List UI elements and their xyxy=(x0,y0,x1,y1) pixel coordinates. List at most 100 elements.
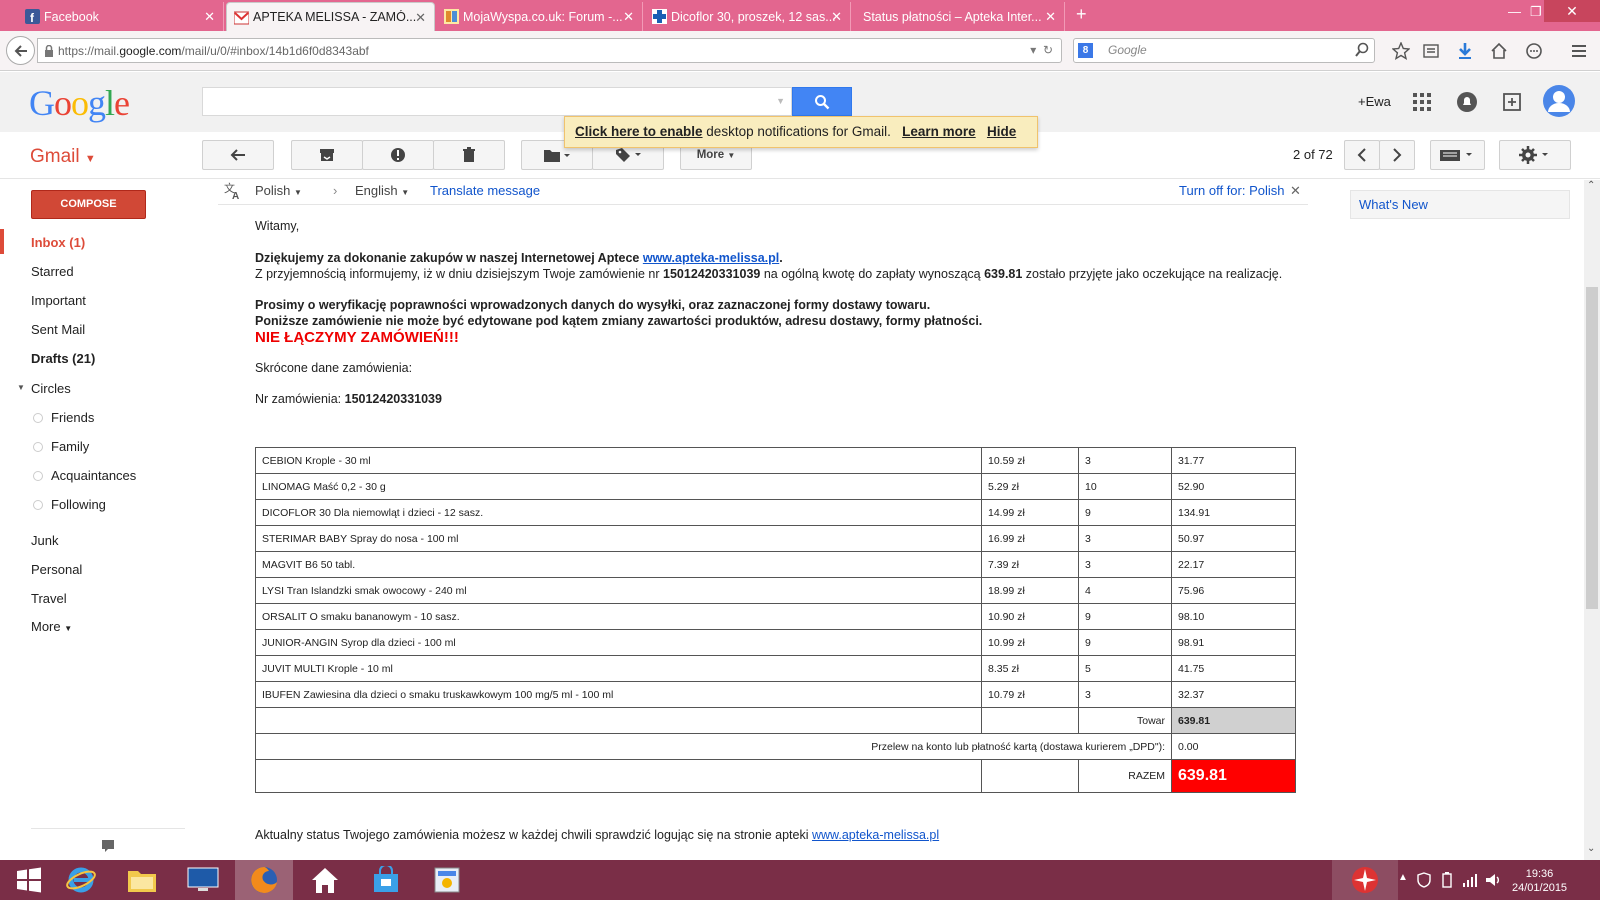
chat-icon[interactable] xyxy=(1525,42,1543,60)
avatar[interactable] xyxy=(1543,85,1575,117)
google-logo[interactable]: Google xyxy=(29,82,130,124)
close-icon[interactable]: ✕ xyxy=(415,10,426,26)
gmail-search-button[interactable] xyxy=(792,87,852,116)
tab-status-platnosci[interactable]: Status płatności – Apteka Inter... ✕ xyxy=(853,2,1065,31)
back-to-inbox-button[interactable] xyxy=(202,140,274,170)
close-icon[interactable]: ✕ xyxy=(831,9,842,25)
taskbar-clock[interactable]: 19:36 24/01/2015 xyxy=(1512,867,1567,895)
home-icon[interactable] xyxy=(1490,42,1508,60)
sidebar-item-acquaintances[interactable]: Acquaintances xyxy=(51,468,136,483)
apps-grid-icon[interactable] xyxy=(1413,93,1431,111)
sidebar-item-important[interactable]: Important xyxy=(31,293,86,308)
sidebar-item-sent-mail[interactable]: Sent Mail xyxy=(31,322,85,337)
shield-icon[interactable] xyxy=(1417,872,1431,888)
sidebar-item-inbox[interactable]: Inbox (1) xyxy=(31,235,85,250)
sidebar-item-personal[interactable]: Personal xyxy=(31,562,82,577)
taskbar-antivirus-app[interactable] xyxy=(1332,860,1398,900)
collapse-triangle-icon[interactable]: ▼ xyxy=(17,383,25,392)
target-language-select[interactable]: English ▼ xyxy=(355,183,409,198)
search-icon[interactable] xyxy=(1354,42,1370,58)
battery-icon[interactable] xyxy=(1440,872,1454,888)
google-plus-user-link[interactable]: +Ewa xyxy=(1358,94,1391,109)
paint-icon xyxy=(434,867,460,893)
sidebar-item-drafts[interactable]: Drafts (21) xyxy=(31,351,95,366)
download-icon[interactable] xyxy=(1456,42,1474,60)
hangouts-chat-icon[interactable] xyxy=(102,840,114,852)
source-language-select[interactable]: Polish ▼ xyxy=(255,183,302,198)
gmail-search-input[interactable]: ▼ xyxy=(202,87,792,116)
sidebar-item-travel[interactable]: Travel xyxy=(31,591,67,606)
item-total: 75.96 xyxy=(1171,577,1296,604)
start-button[interactable] xyxy=(0,860,58,900)
input-tools-button[interactable] xyxy=(1430,140,1485,170)
scroll-up-icon[interactable]: ⌃ xyxy=(1587,180,1595,191)
tab-dicoflor[interactable]: Dicoflor 30, proszek, 12 sas... ✕ xyxy=(645,2,851,31)
share-plus-icon[interactable] xyxy=(1502,92,1522,112)
close-icon[interactable]: ✕ xyxy=(1290,183,1301,199)
taskbar-firefox[interactable] xyxy=(235,860,293,900)
enable-notifications-link[interactable]: Click here to enable xyxy=(575,124,703,139)
tab-apteka-melissa[interactable]: APTEKA MELISSA - ZAMÓ... ✕ xyxy=(226,2,435,31)
more-label: More xyxy=(696,149,725,161)
google-search-engine-icon[interactable]: 8 xyxy=(1078,43,1093,58)
reading-list-icon[interactable] xyxy=(1422,42,1440,60)
show-hidden-icons-icon[interactable]: ▲ xyxy=(1398,872,1408,883)
tab-facebook[interactable]: f Facebook ✕ xyxy=(18,2,224,31)
sidebar-item-more[interactable]: More ▼ xyxy=(31,619,72,634)
archive-button[interactable] xyxy=(291,140,363,170)
scrollbar-thumb[interactable] xyxy=(1586,287,1598,609)
network-signal-icon[interactable] xyxy=(1462,872,1478,888)
maximize-icon[interactable]: ❐ xyxy=(1530,4,1542,20)
taskbar-paint[interactable] xyxy=(418,860,476,900)
taskbar-home[interactable] xyxy=(296,860,354,900)
back-button[interactable] xyxy=(6,36,35,65)
whats-new-link[interactable]: What's New xyxy=(1350,190,1570,219)
translate-message-link[interactable]: Translate message xyxy=(430,183,540,198)
status-text: Aktualny status Twojego zamówienia możes… xyxy=(255,828,812,842)
reload-icon[interactable]: ▾ ↻ xyxy=(1030,43,1053,57)
notifications-bell-icon[interactable] xyxy=(1457,92,1477,112)
sidebar-item-family[interactable]: Family xyxy=(51,439,89,454)
compose-button[interactable]: COMPOSE xyxy=(31,190,146,219)
search-options-dropdown-icon[interactable]: ▼ xyxy=(776,96,785,106)
turn-off-translate-link[interactable]: Turn off for: Polish xyxy=(1179,183,1285,198)
report-spam-button[interactable] xyxy=(362,140,434,170)
chevron-down-icon: ▼ xyxy=(401,188,410,197)
gmail-app-switcher[interactable]: Gmail ▼ xyxy=(30,146,96,168)
sidebar-item-circles[interactable]: Circles xyxy=(31,381,71,396)
sidebar-item-junk[interactable]: Junk xyxy=(31,533,58,548)
tab-mojawyspa[interactable]: MojaWyspa.co.uk: Forum -... ✕ xyxy=(437,2,643,31)
taskbar-file-explorer[interactable] xyxy=(113,860,171,900)
learn-more-link[interactable]: Learn more xyxy=(902,124,976,139)
delete-button[interactable] xyxy=(433,140,505,170)
hide-link[interactable]: Hide xyxy=(987,124,1016,139)
item-name: JUVIT MULTI Krople - 10 ml xyxy=(255,655,982,682)
sidebar-item-starred[interactable]: Starred xyxy=(31,264,74,279)
monitor-icon xyxy=(187,867,219,891)
taskbar-lenovo-app[interactable] xyxy=(174,860,232,900)
empty-cell xyxy=(255,707,982,734)
close-icon[interactable]: ✕ xyxy=(204,9,215,25)
sidebar-item-following[interactable]: Following xyxy=(51,497,106,512)
browser-search-bar[interactable]: 8 Google xyxy=(1073,38,1375,63)
taskbar-internet-explorer[interactable] xyxy=(52,860,110,900)
newer-button[interactable] xyxy=(1344,140,1380,170)
status-apteka-link[interactable]: www.apteka-melissa.pl xyxy=(812,828,939,842)
scroll-down-icon[interactable]: ⌄ xyxy=(1587,843,1595,854)
menu-icon[interactable] xyxy=(1570,42,1588,60)
sum-label: RAZEM xyxy=(1078,759,1172,793)
url-bar[interactable]: https://mail. google.com/mail/u/0/#inbox/… xyxy=(37,38,1062,63)
apteka-link[interactable]: www.apteka-melissa.pl xyxy=(643,251,779,265)
close-icon[interactable]: ✕ xyxy=(1045,9,1056,25)
bookmark-star-icon[interactable] xyxy=(1392,42,1410,60)
sidebar-item-friends[interactable]: Friends xyxy=(51,410,94,425)
new-tab-icon[interactable]: + xyxy=(1076,4,1087,25)
minimize-icon[interactable]: — xyxy=(1508,4,1521,19)
close-icon[interactable]: ✕ xyxy=(623,9,634,25)
volume-icon[interactable] xyxy=(1485,872,1501,888)
window-close-icon[interactable]: ✕ xyxy=(1544,0,1600,22)
taskbar-store[interactable] xyxy=(357,860,415,900)
label-tag-icon xyxy=(616,148,641,162)
settings-button[interactable] xyxy=(1499,140,1571,170)
older-button[interactable] xyxy=(1379,140,1415,170)
